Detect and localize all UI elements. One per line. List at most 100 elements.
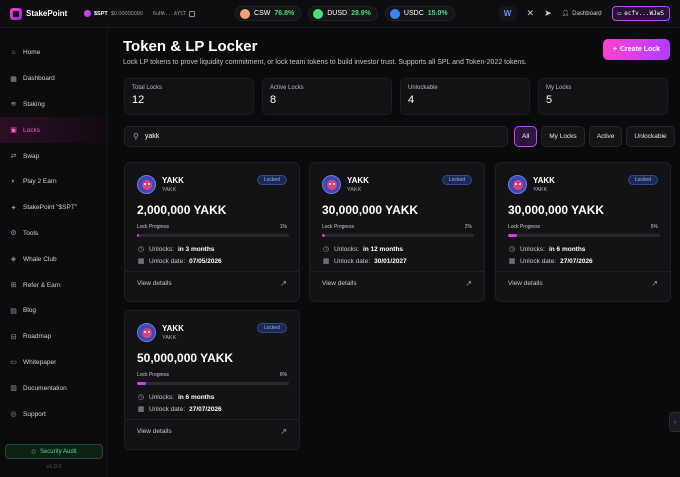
token-symbol: YAKK [347,187,362,193]
sidebar-item-play-2-earn[interactable]: ◐ Play 2 Earn [0,169,107,195]
filter-my-locks[interactable]: My Locks [541,126,585,147]
search-bar[interactable]: ⚲ [124,126,508,147]
status-badge: Locked [441,175,472,185]
card-divider [125,419,299,420]
clock-icon: ◷ [508,246,516,253]
filter-active[interactable]: Active [588,126,623,147]
external-link-icon[interactable]: ↗ [651,279,658,288]
progress-label: Lock Progress [137,372,169,378]
sidebar-item-tools[interactable]: ⚙ Tools [0,221,107,247]
progress-label: Lock Progress [508,224,540,230]
spt-symbol: $SPT [94,10,108,17]
user-icon: 👤︎ [561,11,570,17]
sidebar-item-label: Refer & Earn [23,281,61,289]
unlocks-label: Unlocks: [520,245,545,253]
sidebar-item-stakepoint-spt[interactable]: ✦ StakePoint "$SPT" [0,195,107,221]
dashboard-link[interactable]: 👤︎ Dashboard [561,10,602,18]
sidebar-item-support[interactable]: ◎ Support [0,401,107,427]
unlock-date-row: ▦ Unlock date: 27/07/2026 [508,257,593,266]
stat-value: 8 [270,94,277,106]
unlock-date-row: ▦ Unlock date: 30/01/2027 [322,257,407,266]
view-details-link[interactable]: View details [508,280,543,287]
sidebar-item-blog[interactable]: ▤ Blog [0,298,107,324]
external-link-icon[interactable]: ↗ [280,279,287,288]
wallet-button[interactable]: ▭ ecfv...WJwS [611,6,670,21]
clock-icon: ◷ [137,246,145,253]
security-audit-button[interactable]: ◇ Security Audit [5,444,103,459]
stat-label: Active Locks [270,85,304,91]
sidebar-item-refer-earn[interactable]: ⊞ Refer & Earn [0,272,107,298]
token-change: 15.0% [427,10,448,17]
token-symbol: YAKK [162,335,177,341]
token-ticker[interactable]: CSW 76.8% [235,6,302,21]
lock-amount: 30,000,000 YAKK [508,203,605,217]
unlock-date-label: Unlock date: [149,405,186,413]
sidebar-item-locks[interactable]: ▣ Locks [0,117,107,144]
sidebar: ⌂ Home ▦ Dashboard ≋ Staking ▣ Locks ⇄ Swap ◐… [0,28,108,477]
sidebar-item-roadmap[interactable]: ⊟ Roadmap [0,324,107,350]
sidebar-item-label: Blog [23,307,37,315]
filter-all[interactable]: All [514,126,538,147]
swap-icon: ⇄ [10,153,17,161]
sidebar-item-whitepaper[interactable]: ▭ Whitepaper [0,350,107,376]
external-link-icon[interactable]: ↗ [465,279,472,288]
sidebar-item-swap[interactable]: ⇄ Swap [0,143,107,169]
stat-value: 5 [546,94,553,106]
external-link-icon[interactable]: ↗ [280,427,287,436]
sidebar-item-dashboard[interactable]: ▦ Dashboard [0,66,107,92]
unlocks-label: Unlocks: [334,245,359,253]
create-lock-button[interactable]: + Create Lock [603,39,670,60]
token-tickers: CSW 76.8% DUSD 28.9% USDC 15.0% [235,6,455,21]
spt-price-chip: $SPT $0.00000090 [84,10,143,17]
sidebar-item-staking[interactable]: ≋ Staking [0,92,107,118]
brand-logo[interactable]: StakePoint [10,7,82,20]
unlock-date-value: 27/07/2026 [560,257,593,265]
page-subtitle: Lock LP tokens to prove liquidity commit… [123,59,527,66]
card-divider [125,271,299,272]
calendar-icon: ▦ [137,406,145,413]
sidebar-item-whale-club[interactable]: ◈ Whale Club [0,246,107,272]
x-icon[interactable]: ✕ [527,8,535,19]
view-details-link[interactable]: View details [137,428,172,435]
document-icon: ▤ [10,307,17,315]
sidebar-item-label: Play 2 Earn [23,178,57,186]
token-ticker[interactable]: DUSD 28.9% [308,6,378,21]
token-name: YAKK [533,176,555,185]
sidebar-item-label: Dashboard [23,75,55,83]
view-details-link[interactable]: View details [322,280,357,287]
sidebar-item-home[interactable]: ⌂ Home [0,40,107,66]
gift-icon: ⊞ [10,282,17,290]
unlock-date-value: 30/01/2027 [374,257,407,265]
token-symbol: YAKK [533,187,548,193]
unlocks-row: ◷ Unlocks: in 3 months [137,245,215,254]
sidebar-item-documentation[interactable]: ▥ Documentation [0,375,107,401]
unlocks-value: in 6 months [177,393,215,401]
unlock-date-value: 07/05/2026 [189,257,222,265]
view-details-link[interactable]: View details [137,280,172,287]
progress-percent: 6% [279,372,287,378]
calendar-icon: ▦ [322,258,330,265]
wallet-address: ecfv...WJwS [624,10,664,17]
telegram-icon[interactable]: ➤ [544,8,552,19]
token-symbol: USDC [403,10,424,17]
unlocks-value: in 3 months [177,245,215,253]
w-button[interactable]: W [498,6,517,21]
progress-fill [137,234,139,237]
token-ticker[interactable]: USDC 15.0% [384,6,455,21]
whale-icon: ◈ [10,256,17,264]
copy-icon[interactable] [189,10,196,17]
search-input[interactable] [144,133,485,140]
unlock-date-value: 27/07/2026 [189,405,222,413]
stat-value: 12 [132,94,145,106]
token-avatar [137,323,156,342]
calendar-icon: ▦ [508,258,516,265]
progress-fill [508,234,518,237]
shield-icon: ◇ [31,449,36,455]
layers-icon: ≋ [10,101,17,109]
filter-unlockable[interactable]: Unlockable [626,126,675,147]
contract-text: 6uHA...AYST [152,10,187,17]
token-icon [240,8,251,19]
sidebar-item-label: Whitepaper [23,358,57,366]
collapse-panel-button[interactable]: ‹ [669,412,680,432]
app-version: v1.0.0 [46,464,62,470]
